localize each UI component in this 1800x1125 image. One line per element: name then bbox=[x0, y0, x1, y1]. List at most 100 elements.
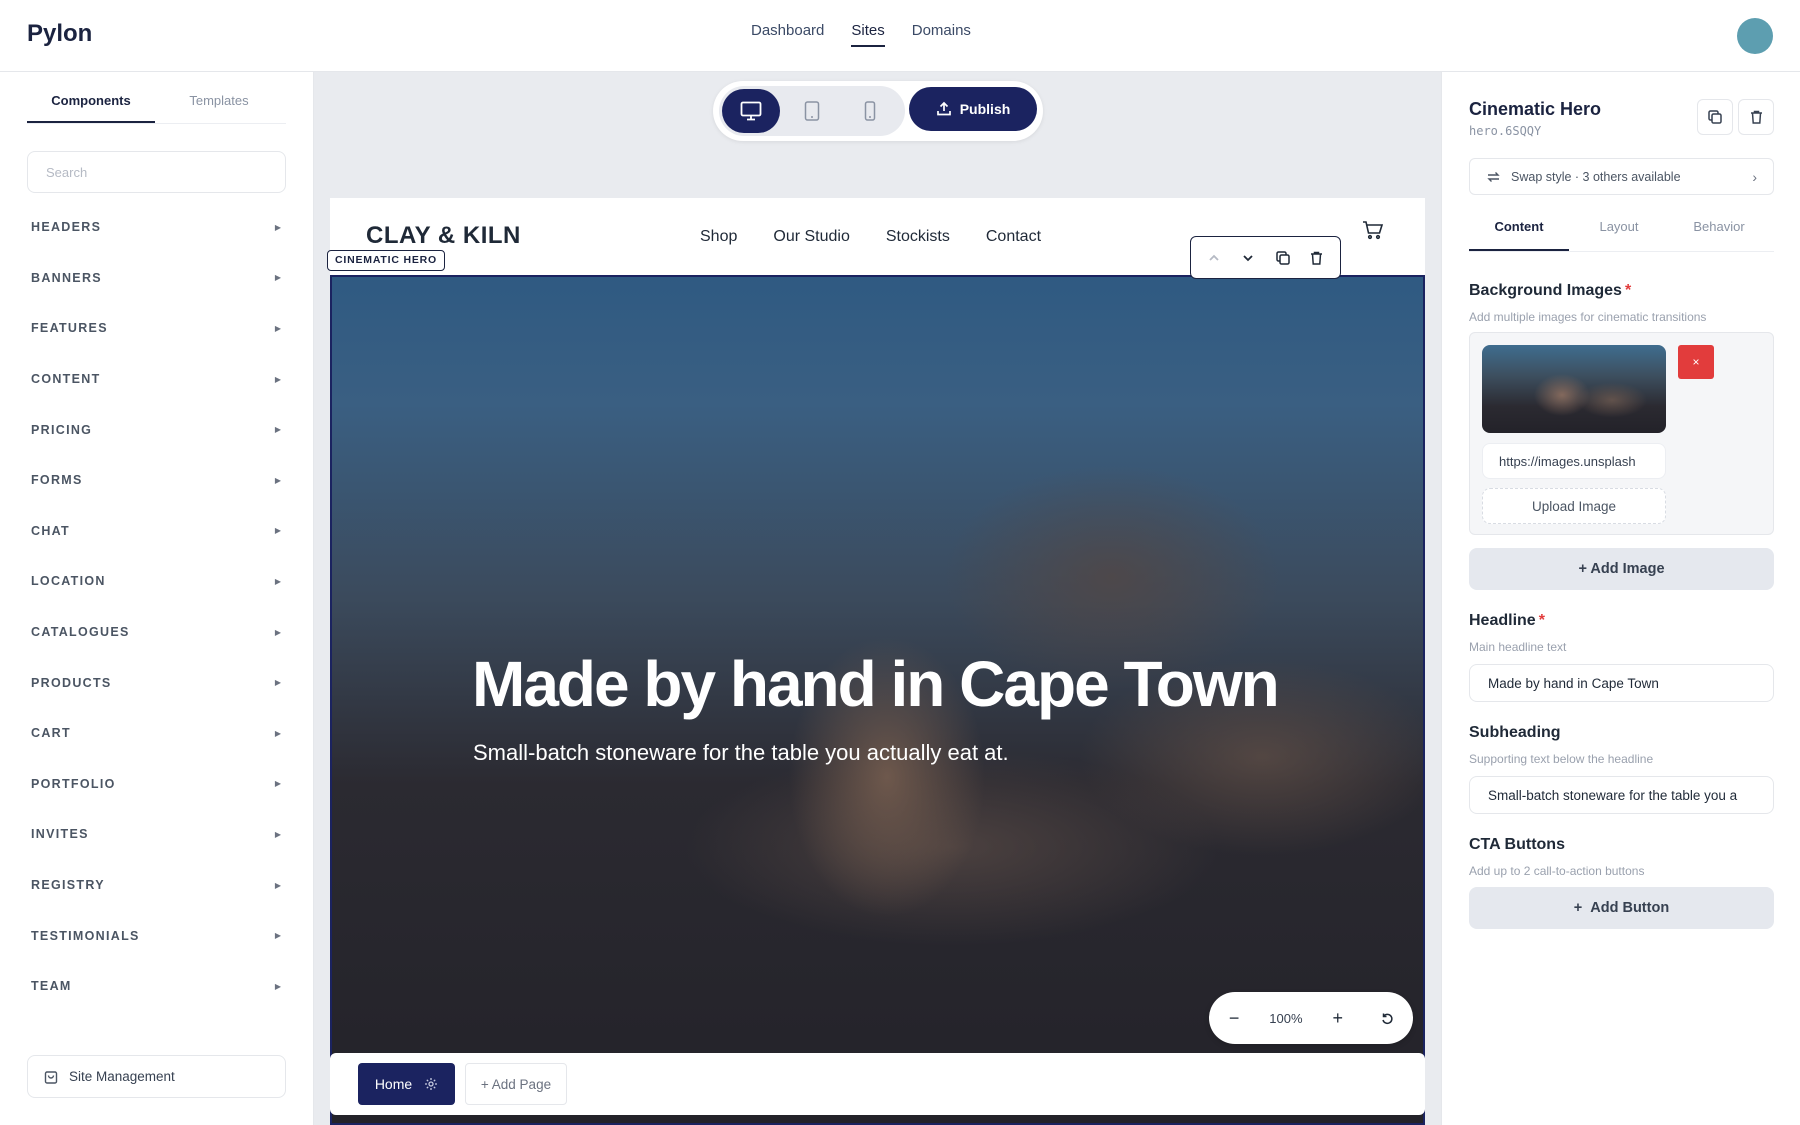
tab-components[interactable]: Components bbox=[27, 86, 155, 123]
cta-buttons-help: Add up to 2 call-to-action buttons bbox=[1469, 864, 1645, 878]
category-cart[interactable]: CART ▶ bbox=[27, 708, 286, 759]
copy-icon bbox=[1275, 250, 1290, 265]
upload-image-button[interactable]: Upload Image bbox=[1482, 488, 1666, 524]
caret-right-icon: ▶ bbox=[274, 526, 281, 536]
upload-icon bbox=[936, 101, 951, 116]
monitor-icon bbox=[740, 101, 762, 121]
hero-headline[interactable]: Made by hand in Cape Town bbox=[472, 647, 1280, 721]
page-home-label: Home bbox=[374, 1076, 413, 1092]
site-management-button[interactable]: Site Management bbox=[27, 1055, 286, 1098]
duplicate-block-button[interactable] bbox=[1269, 244, 1297, 272]
gear-icon[interactable] bbox=[424, 1077, 438, 1091]
chevron-right-icon: › bbox=[1752, 168, 1757, 185]
category-label: PRICING bbox=[31, 422, 93, 437]
tab-behavior[interactable]: Behavior bbox=[1669, 212, 1769, 251]
trash-icon bbox=[1311, 251, 1323, 265]
headline-field[interactable] bbox=[1469, 664, 1774, 702]
caret-right-icon: ▶ bbox=[274, 880, 281, 890]
panel-tabs: Content Layout Behavior bbox=[1469, 212, 1774, 252]
bag-icon bbox=[44, 1070, 58, 1084]
add-button-label: Add Button bbox=[1590, 900, 1670, 916]
category-label: REGISTRY bbox=[31, 878, 105, 893]
category-registry[interactable]: REGISTRY ▶ bbox=[27, 860, 286, 911]
category-forms[interactable]: FORMS ▶ bbox=[27, 455, 286, 506]
category-banners[interactable]: BANNERS ▶ bbox=[27, 253, 286, 304]
required-marker: * bbox=[1538, 612, 1545, 629]
caret-right-icon: ▶ bbox=[274, 374, 281, 384]
move-down-button[interactable] bbox=[1234, 244, 1262, 272]
site-nav-stockists[interactable]: Stockists bbox=[886, 228, 950, 246]
subheading-field[interactable] bbox=[1469, 776, 1774, 814]
headline-label: Headline bbox=[1469, 612, 1536, 629]
category-pricing[interactable]: PRICING ▶ bbox=[27, 404, 286, 455]
category-testimonials[interactable]: TESTIMONIALS ▶ bbox=[27, 910, 286, 961]
image-thumbnail[interactable] bbox=[1482, 345, 1666, 433]
user-avatar[interactable] bbox=[1737, 18, 1773, 54]
zoom-in-button[interactable]: + bbox=[1323, 1003, 1353, 1033]
headline-help: Main headline text bbox=[1469, 640, 1567, 654]
zoom-out-button[interactable]: − bbox=[1219, 1003, 1249, 1033]
category-label: LOCATION bbox=[31, 574, 106, 589]
category-label: TEAM bbox=[31, 979, 72, 994]
move-up-button[interactable] bbox=[1200, 244, 1228, 272]
pages-bar: Home + Add Page bbox=[330, 1053, 1425, 1115]
category-label: CART bbox=[31, 726, 71, 741]
zoom-level: 100% bbox=[1269, 1010, 1303, 1026]
copy-icon bbox=[1708, 110, 1722, 124]
hero-subheading[interactable]: Small-batch stoneware for the table you … bbox=[473, 740, 1009, 766]
nav-dashboard[interactable]: Dashboard bbox=[751, 22, 824, 47]
tab-content[interactable]: Content bbox=[1469, 212, 1569, 251]
duplicate-button[interactable] bbox=[1697, 99, 1733, 135]
category-label: PORTFOLIO bbox=[31, 776, 116, 791]
category-content[interactable]: CONTENT ▶ bbox=[27, 354, 286, 405]
remove-image-button[interactable]: × bbox=[1678, 345, 1714, 379]
site-logo[interactable]: CLAY & KILN bbox=[366, 222, 521, 250]
caret-right-icon: ▶ bbox=[274, 273, 281, 283]
caret-right-icon: ▶ bbox=[274, 222, 281, 232]
category-label: HEADERS bbox=[31, 220, 102, 235]
add-page-button[interactable]: + Add Page bbox=[465, 1063, 567, 1105]
tablet-view-button[interactable] bbox=[783, 89, 841, 133]
background-images-label: Background Images bbox=[1469, 282, 1622, 299]
category-label: FORMS bbox=[31, 473, 83, 488]
add-button-button[interactable]: + Add Button bbox=[1469, 887, 1774, 929]
tablet-icon bbox=[804, 101, 820, 121]
category-features[interactable]: FEATURES ▶ bbox=[27, 303, 286, 354]
image-url-field[interactable] bbox=[1482, 443, 1666, 479]
top-nav: Dashboard Sites Domains bbox=[751, 22, 971, 47]
category-label: PRODUCTS bbox=[31, 675, 112, 690]
swap-style-button[interactable]: Swap style · 3 others available › bbox=[1469, 158, 1774, 195]
category-catalogues[interactable]: CATALOGUES ▶ bbox=[27, 607, 286, 658]
page-tab-home[interactable]: Home bbox=[358, 1063, 455, 1105]
site-nav-contact[interactable]: Contact bbox=[986, 228, 1041, 246]
tab-templates[interactable]: Templates bbox=[155, 86, 283, 123]
add-image-button[interactable]: + Add Image bbox=[1469, 548, 1774, 590]
category-invites[interactable]: INVITES ▶ bbox=[27, 809, 286, 860]
publish-button[interactable]: Publish bbox=[909, 87, 1037, 131]
desktop-view-button[interactable] bbox=[722, 89, 780, 133]
tab-layout[interactable]: Layout bbox=[1569, 212, 1669, 251]
reset-zoom-button[interactable] bbox=[1373, 1003, 1403, 1033]
category-portfolio[interactable]: PORTFOLIO ▶ bbox=[27, 759, 286, 810]
nav-sites[interactable]: Sites bbox=[851, 22, 885, 47]
category-chat[interactable]: CHAT ▶ bbox=[27, 506, 286, 557]
caret-right-icon: ▶ bbox=[274, 981, 281, 991]
device-switcher bbox=[719, 86, 905, 136]
site-nav-our-studio[interactable]: Our Studio bbox=[773, 228, 849, 246]
category-headers[interactable]: HEADERS ▶ bbox=[27, 202, 286, 253]
category-label: FEATURES bbox=[31, 321, 108, 336]
caret-right-icon: ▶ bbox=[274, 678, 281, 688]
nav-domains[interactable]: Domains bbox=[912, 22, 971, 47]
app-logo[interactable]: Pylon bbox=[27, 20, 92, 48]
cart-icon[interactable] bbox=[1362, 220, 1384, 240]
delete-button[interactable] bbox=[1738, 99, 1774, 135]
mobile-view-button[interactable] bbox=[841, 89, 899, 133]
delete-block-button[interactable] bbox=[1303, 244, 1331, 272]
category-team[interactable]: TEAM ▶ bbox=[27, 961, 286, 1012]
editor-canvas: Publish CLAY & KILN Shop Our Studio Stoc… bbox=[314, 72, 1441, 1125]
trash-icon bbox=[1750, 110, 1762, 124]
category-products[interactable]: PRODUCTS ▶ bbox=[27, 657, 286, 708]
site-nav-shop[interactable]: Shop bbox=[700, 228, 737, 246]
component-search-input[interactable] bbox=[27, 151, 286, 193]
category-location[interactable]: LOCATION ▶ bbox=[27, 556, 286, 607]
